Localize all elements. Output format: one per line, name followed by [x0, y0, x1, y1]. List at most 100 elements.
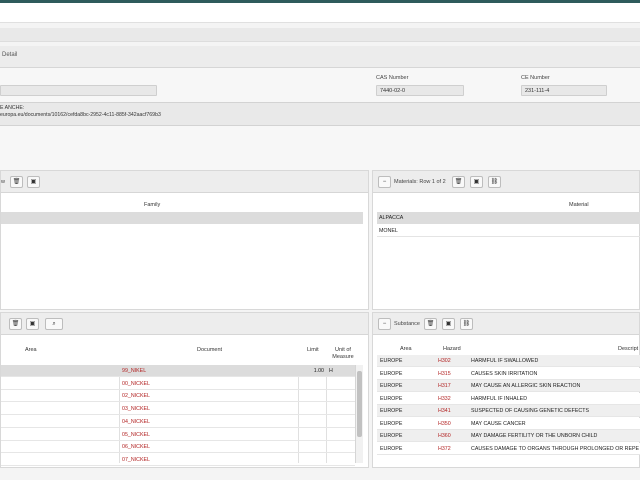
minus-icon: − [382, 179, 387, 185]
save-button[interactable]: ▣ [470, 176, 483, 188]
ce-number-field[interactable]: 231-111-4 [521, 85, 607, 96]
floppy-disk-icon: ▣ [30, 179, 37, 185]
document-link[interactable]: 99_NIKEL [122, 368, 146, 374]
scrollbar-thumb[interactable] [357, 371, 362, 437]
hazard-code: H350 [438, 420, 451, 427]
hazard-column-header[interactable]: Hazard [443, 346, 461, 352]
hazard-code: H302 [438, 358, 451, 364]
delete-button[interactable]: 🗑 [10, 176, 23, 188]
search-button[interactable]: ⌕ [45, 318, 63, 330]
table-row[interactable]: 06_NICKEL [1, 441, 355, 454]
hazard-description: CAUSES SKIN IRRITATION [471, 370, 538, 377]
document-column-header[interactable]: Document [197, 347, 222, 353]
area-value: EUROPE [380, 395, 403, 402]
table-row[interactable]: 07_NICKEL [1, 454, 355, 466]
limit-value: 1.00 [313, 368, 324, 374]
table-row[interactable]: 00_NICKEL [1, 378, 355, 390]
materials-row-counter: Materials: Row 1 of 2 [394, 179, 446, 185]
families-toolbar: w 🗑 ▣ [1, 171, 368, 193]
substance-toolbar-label: Substance [394, 321, 420, 327]
notes-line-1: E ANCHE: [0, 105, 25, 111]
search-icon: ⌕ [52, 321, 56, 327]
documents-toolbar: 🗑 ▣ ⌕ [1, 313, 368, 335]
document-link[interactable]: 07_NICKEL [122, 457, 150, 463]
hazard-description: CAUSES DAMAGE TO ORGANS THROUGH PROLONGE… [471, 445, 640, 452]
document-link[interactable]: 05_NICKEL [122, 432, 150, 438]
floppy-disk-icon: ▣ [445, 321, 452, 327]
hazard-description: MAY CAUSE CANCER [471, 420, 526, 427]
limit-column-header[interactable]: Limit [307, 347, 319, 353]
table-row[interactable]: EUROPE H315 CAUSES SKIN IRRITATION [377, 367, 640, 380]
description-column-header[interactable]: Descript [618, 346, 638, 352]
substance-toolbar: − Substance 🗑 ▣ ⛓ [373, 313, 639, 335]
area-value: EUROPE [380, 420, 403, 427]
app-header [0, 3, 640, 23]
notes-line-2: europa.eu/documents/10162/cefda8bc-2952-… [0, 112, 161, 118]
table-row[interactable]: 02_NICKEL [1, 390, 355, 403]
table-row[interactable]: EUROPE H341 SUSPECTED OF CAUSING GENETIC D… [377, 405, 640, 417]
table-row[interactable]: EUROPE H360 MAY DAMAGE FERTILITY OR THE UN… [377, 430, 640, 442]
area-column-header[interactable]: Area [25, 347, 37, 353]
table-row[interactable]: EUROPE H350 MAY CAUSE CANCER [377, 417, 640, 430]
delete-button[interactable]: 🗑 [452, 176, 465, 188]
link-button[interactable]: ⛓ [488, 176, 501, 188]
families-toolbar-label: w [1, 179, 5, 185]
family-row-selected[interactable] [1, 212, 363, 224]
trash-icon: 🗑 [454, 179, 463, 185]
material-name: ALPACCA [379, 215, 404, 221]
link-button[interactable]: ⛓ [460, 318, 473, 330]
table-row[interactable]: 05_NICKEL [1, 429, 355, 441]
floppy-disk-icon: ▣ [29, 321, 36, 327]
unit-column-header[interactable]: Unit of Measure [330, 347, 356, 361]
link-icon: ⛓ [490, 179, 499, 185]
area-column-header[interactable]: Area [400, 346, 412, 352]
save-button[interactable]: ▣ [26, 318, 39, 330]
document-link[interactable]: 00_NICKEL [122, 381, 150, 387]
table-row[interactable]: EUROPE H317 MAY CAUSE AN ALLERGIC SKIN REA… [377, 380, 640, 392]
family-column-header[interactable]: Family [144, 202, 160, 208]
floppy-disk-icon: ▣ [473, 179, 480, 185]
name-field[interactable] [0, 85, 157, 96]
cas-number-field[interactable]: 7440-02-0 [376, 85, 464, 96]
hazard-code: H332 [438, 395, 451, 402]
document-link[interactable]: 06_NICKEL [122, 444, 150, 450]
notes-field[interactable]: E ANCHE: europa.eu/documents/10162/cefda… [0, 102, 640, 126]
document-link[interactable]: 04_NICKEL [122, 419, 150, 425]
area-value: EUROPE [380, 408, 403, 414]
table-row[interactable]: 03_NICKEL [1, 403, 355, 416]
table-row[interactable]: 99_NIKEL 1.00 H [1, 365, 355, 377]
save-button[interactable]: ▣ [27, 176, 40, 188]
area-value: EUROPE [380, 383, 403, 389]
collapse-button[interactable]: − [378, 176, 391, 188]
list-item[interactable]: ALPACCA [377, 212, 640, 224]
table-row[interactable]: EUROPE H372 CAUSES DAMAGE TO ORGANS THROUG… [377, 442, 640, 455]
document-link[interactable]: 03_NICKEL [122, 406, 150, 412]
table-row[interactable]: EUROPE H302 HARMFUL IF SWALLOWED [377, 355, 640, 367]
area-value: EUROPE [380, 370, 403, 377]
save-button[interactable]: ▣ [442, 318, 455, 330]
table-row[interactable]: EUROPE H332 HARMFUL IF INHALED [377, 392, 640, 405]
substance-panel: − Substance 🗑 ▣ ⛓ Area Hazard Descript E… [372, 312, 640, 468]
material-column-header[interactable]: Material [569, 202, 589, 208]
cas-number-label: CAS Number [376, 75, 409, 81]
ce-number-label: CE Number [521, 75, 550, 81]
section-strip [0, 28, 640, 42]
documents-scrollbar[interactable] [355, 365, 363, 463]
list-item[interactable]: MONEL [377, 225, 640, 237]
area-value: EUROPE [380, 433, 403, 439]
hazard-code: H317 [438, 383, 451, 389]
trash-icon: 🗑 [12, 179, 21, 185]
area-value: EUROPE [380, 445, 403, 452]
hazard-code: H360 [438, 433, 451, 439]
table-row[interactable]: 04_NICKEL [1, 416, 355, 428]
tab-detail[interactable]: Detail [2, 52, 17, 58]
collapse-button[interactable]: − [378, 318, 391, 330]
document-link[interactable]: 02_NICKEL [122, 393, 150, 399]
delete-button[interactable]: 🗑 [424, 318, 437, 330]
hazard-code: H372 [438, 445, 451, 452]
hazard-description: HARMFUL IF SWALLOWED [471, 358, 539, 364]
delete-button[interactable]: 🗑 [9, 318, 22, 330]
materials-panel: − Materials: Row 1 of 2 🗑 ▣ ⛓ Material A… [372, 170, 640, 310]
hazard-description: MAY DAMAGE FERTILITY OR THE UNBORN CHILD [471, 433, 598, 439]
material-name: MONEL [379, 228, 398, 234]
